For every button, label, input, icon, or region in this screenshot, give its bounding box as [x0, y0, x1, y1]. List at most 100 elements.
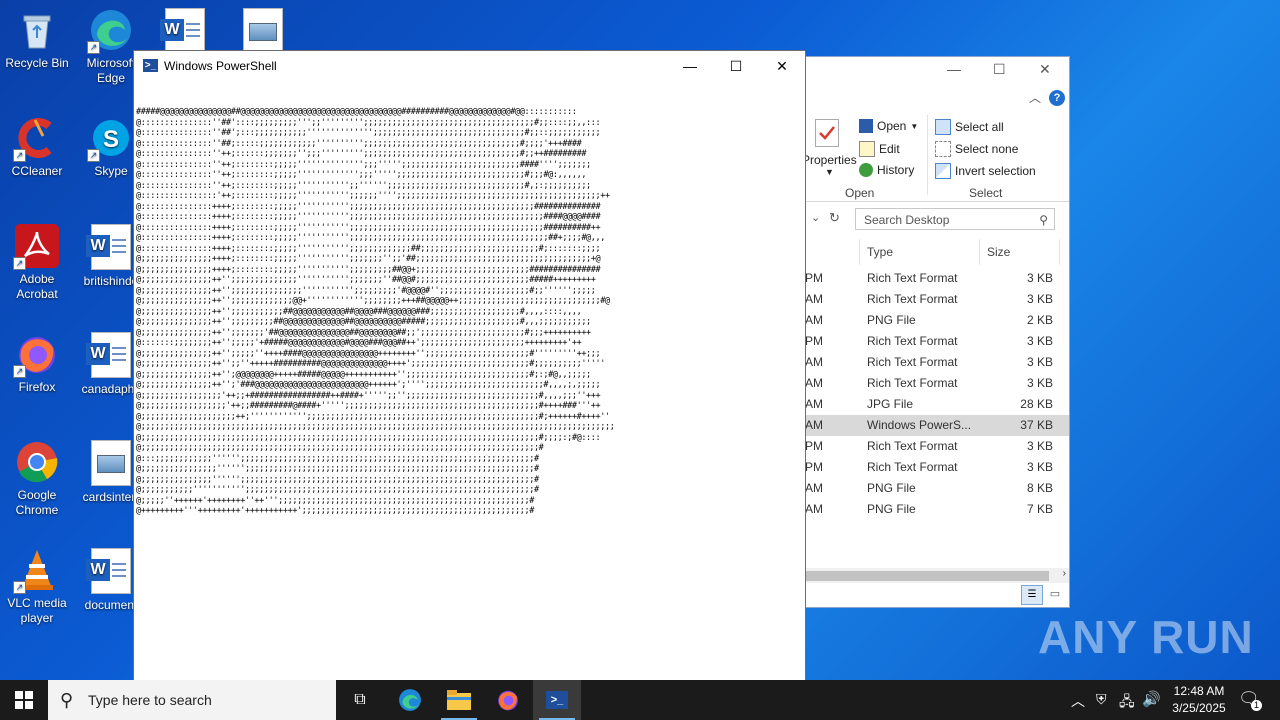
invert-selection-button[interactable]: Invert selection: [935, 163, 1036, 179]
taskbar-edge[interactable]: [386, 680, 434, 720]
file-type: Rich Text Format: [867, 292, 958, 306]
taskbar-firefox[interactable]: [484, 680, 532, 720]
maximize-button[interactable]: ☐: [713, 51, 759, 81]
file-time: PM: [805, 439, 823, 453]
file-row[interactable]: PM Rich Text Format 3 KB: [805, 457, 1069, 478]
horizontal-scrollbar[interactable]: ›: [805, 568, 1069, 583]
chevron-down-icon[interactable]: ⌄: [811, 211, 820, 224]
help-icon[interactable]: ?: [1049, 90, 1065, 106]
column-divider: [1059, 239, 1060, 265]
search-icon: ⚲: [1039, 213, 1048, 227]
ribbon-collapse-chevron-icon[interactable]: ︿: [1029, 89, 1041, 106]
file-list: PM Rich Text Format 3 KB AM Rich Text Forma…: [805, 268, 1069, 520]
column-header-size[interactable]: Size: [987, 245, 1010, 259]
explorer-maximize-button[interactable]: ☐: [993, 61, 1006, 78]
taskbar-powershell[interactable]: >_: [533, 680, 581, 720]
file-type: Rich Text Format: [867, 376, 958, 390]
desktop-icon-image-top[interactable]: [228, 8, 298, 54]
file-row[interactable]: AM Rich Text Format 3 KB: [805, 289, 1069, 310]
explorer-minimize-button[interactable]: —: [947, 61, 961, 77]
history-button[interactable]: History: [859, 163, 914, 177]
file-time: AM: [805, 355, 823, 369]
file-type: PNG File: [867, 481, 916, 495]
powershell-icon: >_: [546, 691, 568, 709]
show-hidden-icons-chevron-icon[interactable]: ︿: [1071, 691, 1085, 711]
select-all-button[interactable]: Select all: [935, 119, 1004, 135]
file-time: AM: [805, 313, 823, 327]
file-row[interactable]: AM JPG File 28 KB: [805, 394, 1069, 415]
file-row[interactable]: AM Rich Text Format 3 KB: [805, 352, 1069, 373]
desktop-icon-ccleaner[interactable]: ↗ CCleaner: [2, 116, 72, 179]
file-row[interactable]: AM PNG File 2 KB: [805, 310, 1069, 331]
acrobat-icon: ↗: [13, 224, 59, 270]
scrollbar-thumb[interactable]: [805, 571, 1049, 581]
search-desktop-input[interactable]: Search Desktop ⚲: [855, 208, 1055, 230]
select-none-label: Select none: [955, 142, 1019, 156]
shortcut-arrow-icon: ↗: [13, 257, 26, 270]
minimize-button[interactable]: —: [667, 51, 713, 81]
select-all-icon: [935, 119, 951, 135]
file-size: 28 KB: [1020, 397, 1053, 411]
desktop-icon-firefox[interactable]: ↗ Firefox: [2, 332, 72, 395]
file-explorer-window: — ☐ ✕ ︿ ? Properties ▼ Open ▼ Edit Histor…: [802, 56, 1070, 608]
scroll-right-icon[interactable]: ›: [1063, 568, 1066, 579]
image-file-icon: [243, 8, 283, 54]
console-output[interactable]: #####@@@@@@@@@@@@@@@##@@@@@@@@@@@@@@@@@@…: [136, 107, 801, 677]
file-type: Rich Text Format: [867, 334, 958, 348]
large-icons-view-icon[interactable]: ▭: [1045, 585, 1065, 603]
refresh-icon[interactable]: ↻: [829, 210, 840, 226]
volume-icon[interactable]: 🔊: [1142, 690, 1161, 708]
edit-button[interactable]: Edit: [859, 141, 900, 157]
file-type: Rich Text Format: [867, 460, 958, 474]
explorer-close-button[interactable]: ✕: [1039, 61, 1051, 78]
column-divider: [979, 239, 980, 265]
properties-button[interactable]: Properties: [802, 153, 857, 167]
network-icon[interactable]: 🖧: [1119, 691, 1135, 715]
chevron-down-icon: ▼: [910, 121, 919, 131]
folder-icon: [447, 690, 471, 710]
close-button[interactable]: ✕: [759, 51, 805, 81]
desktop-icon-vlc[interactable]: ↗ VLC media player: [2, 548, 72, 626]
taskbar-file-explorer[interactable]: [435, 680, 483, 720]
file-row[interactable]: AM Rich Text Format 3 KB: [805, 373, 1069, 394]
word-document-icon: W: [160, 8, 205, 54]
open-label: Open: [877, 119, 907, 133]
security-icon[interactable]: ⛨: [1096, 691, 1107, 708]
select-all-label: Select all: [955, 120, 1004, 134]
desktop-icon-label: Adobe Acrobat: [16, 272, 58, 301]
desktop-icon-label: Recycle Bin: [5, 56, 69, 70]
column-divider: [859, 239, 860, 265]
column-header-type[interactable]: Type: [867, 245, 893, 259]
select-none-button[interactable]: Select none: [935, 141, 1018, 157]
invert-selection-icon: [935, 163, 951, 179]
taskbar-search-box[interactable]: ⚲ Type here to search: [48, 680, 336, 720]
search-placeholder: Type here to search: [88, 692, 212, 708]
file-time: PM: [805, 271, 823, 285]
powershell-title-bar[interactable]: >_ Windows PowerShell — ☐ ✕: [134, 51, 805, 81]
file-row[interactable]: AM PNG File 7 KB: [805, 499, 1069, 520]
clock-time[interactable]: 12:48 AM: [1170, 684, 1228, 698]
desktop-icon-chrome[interactable]: Google Chrome: [2, 440, 72, 518]
open-button[interactable]: Open ▼: [859, 119, 918, 133]
file-size: 37 KB: [1020, 418, 1053, 432]
image-file-icon: [91, 440, 131, 486]
desktop-icon-acrobat[interactable]: ↗ Adobe Acrobat: [2, 224, 72, 302]
shortcut-arrow-icon: ↗: [13, 149, 26, 162]
task-view-button[interactable]: ⧉: [336, 680, 384, 720]
file-row-selected[interactable]: AM Windows PowerS... 37 KB: [805, 415, 1069, 436]
file-time: AM: [805, 418, 823, 432]
file-size: 8 KB: [1026, 481, 1053, 495]
edge-icon: [399, 689, 421, 711]
desktop-icon-recycle-bin[interactable]: Recycle Bin: [2, 8, 72, 71]
file-row[interactable]: AM PNG File 8 KB: [805, 478, 1069, 499]
windows-logo-icon: [15, 691, 33, 709]
start-button[interactable]: [0, 680, 48, 720]
file-row[interactable]: PM Rich Text Format 3 KB: [805, 436, 1069, 457]
details-view-icon[interactable]: ☰: [1021, 585, 1043, 605]
file-row[interactable]: PM Rich Text Format 3 KB: [805, 331, 1069, 352]
desktop-icon-word-doc-top[interactable]: W: [150, 8, 220, 54]
clock-date[interactable]: 3/25/2025: [1166, 701, 1232, 715]
anyrun-watermark: ANY RUN: [1038, 611, 1254, 663]
file-row[interactable]: PM Rich Text Format 3 KB: [805, 268, 1069, 289]
file-time: AM: [805, 376, 823, 390]
